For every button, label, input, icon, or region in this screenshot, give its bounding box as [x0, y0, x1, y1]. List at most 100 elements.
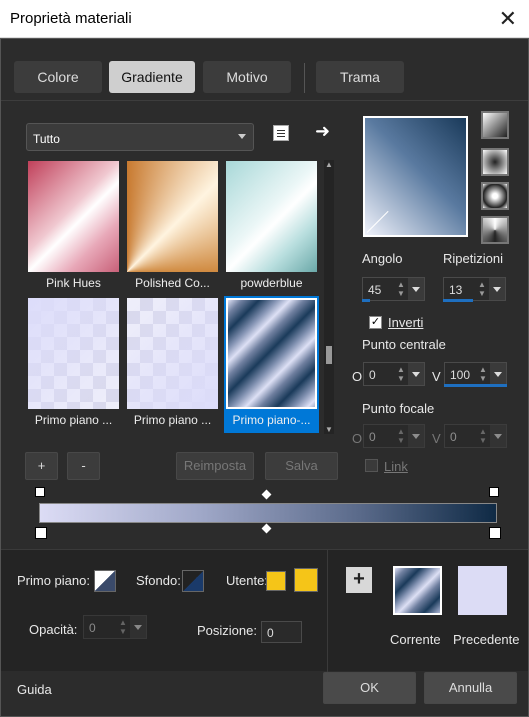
foreground-swatch[interactable]: [94, 570, 116, 592]
center-o-dropdown[interactable]: [408, 363, 424, 385]
center-v-value: 100: [450, 368, 471, 382]
current-swatch[interactable]: [393, 566, 442, 615]
scroll-down-icon[interactable]: ▼: [325, 425, 333, 434]
gradient-editor-bar[interactable]: [39, 503, 497, 523]
add-gradient-button[interactable]: +: [25, 452, 58, 480]
tab-divider: [304, 63, 305, 93]
previous-label: Precedente: [453, 632, 520, 647]
title-bar: Proprietà materiali ✕: [0, 0, 529, 38]
window-title: Proprietà materiali: [10, 10, 132, 27]
gradient-item-primo-piano-1[interactable]: Primo piano ...: [26, 296, 121, 433]
spin-arrows-icon[interactable]: ▲ ▼: [476, 427, 490, 447]
tab-motivo[interactable]: Motivo: [203, 61, 291, 93]
tab-trama[interactable]: Trama: [316, 61, 404, 93]
save-button[interactable]: Salva: [265, 452, 338, 480]
center-point-label: Punto centrale: [362, 337, 446, 352]
gradient-thumbnail: [127, 298, 218, 409]
tab-colore[interactable]: Colore: [14, 61, 102, 93]
reset-button[interactable]: Reimposta: [176, 452, 254, 480]
midpoint-top-handle[interactable]: [261, 489, 272, 500]
user-color-swatch-2[interactable]: [294, 568, 318, 592]
gradient-item-powderblue[interactable]: powderblue: [224, 159, 319, 296]
invert-checkbox[interactable]: ✓: [369, 316, 382, 329]
gradient-item-primo-piano-2[interactable]: Primo piano ...: [125, 296, 220, 433]
gradient-thumbnail: [226, 298, 317, 409]
center-v-dropdown[interactable]: [490, 363, 506, 385]
color-stop-top-left[interactable]: [35, 487, 45, 497]
current-label: Corrente: [390, 632, 441, 647]
user-color-swatch-1[interactable]: [266, 571, 286, 591]
angle-stepper[interactable]: 45 ▲ ▼: [362, 277, 425, 301]
color-stop-bottom-left[interactable]: [35, 527, 47, 539]
focal-v-dropdown[interactable]: [490, 425, 506, 447]
spin-arrows-icon[interactable]: ▲ ▼: [394, 365, 408, 385]
focal-o-stepper[interactable]: 0 ▲ ▼: [363, 424, 425, 448]
help-link[interactable]: Guida: [17, 682, 52, 697]
invert-label: Inverti: [388, 315, 424, 330]
spin-arrows-icon[interactable]: ▲ ▼: [475, 280, 489, 300]
sunburst-gradient-type-button[interactable]: [481, 216, 509, 244]
linear-gradient-type-button[interactable]: [481, 111, 509, 139]
opacity-stepper[interactable]: 0 ▲ ▼: [83, 615, 147, 639]
spin-arrows-icon[interactable]: ▲ ▼: [116, 618, 130, 638]
previous-swatch[interactable]: [458, 566, 507, 615]
arrow-right-icon[interactable]: ➜: [315, 121, 330, 142]
rectangular-gradient-type-button[interactable]: [481, 148, 509, 176]
category-dropdown[interactable]: Tutto: [26, 123, 254, 151]
gradient-caption: powderblue: [240, 276, 303, 290]
repeats-slider-dropdown[interactable]: [489, 278, 505, 300]
gradient-item-primo-piano-3-selected[interactable]: Primo piano-...: [224, 296, 319, 433]
focal-v-stepper[interactable]: 0 ▲ ▼: [444, 424, 507, 448]
close-icon[interactable]: ✕: [499, 6, 517, 32]
scroll-thumb[interactable]: [326, 346, 332, 364]
gradient-item-pink-hues[interactable]: Pink Hues: [26, 159, 121, 296]
angle-label: Angolo: [362, 251, 403, 266]
angle-slider-dropdown[interactable]: [408, 278, 424, 300]
repeats-slider-fill: [443, 299, 473, 302]
link-checkbox[interactable]: [365, 459, 378, 472]
foreground-label: Primo piano:: [17, 573, 90, 588]
background-swatch[interactable]: [182, 570, 204, 592]
background-label: Sfondo:: [136, 573, 181, 588]
radial-gradient-type-button[interactable]: [481, 182, 509, 210]
center-v-label: V: [432, 369, 441, 384]
spin-arrows-icon[interactable]: ▲ ▼: [476, 365, 490, 385]
gradient-preview[interactable]: [363, 116, 468, 237]
midpoint-bottom-handle[interactable]: [261, 523, 272, 534]
gradient-caption: Polished Co...: [135, 276, 210, 290]
add-to-user-button[interactable]: +: [346, 567, 372, 593]
scroll-up-icon[interactable]: ▲: [325, 160, 333, 169]
repeats-value: 13: [449, 283, 463, 297]
center-o-stepper[interactable]: 0 ▲ ▼: [363, 362, 425, 386]
opacity-value: 0: [89, 621, 96, 635]
ok-button[interactable]: OK: [323, 672, 416, 704]
category-value: Tutto: [33, 132, 60, 146]
color-stop-bottom-right[interactable]: [489, 527, 501, 539]
cancel-button[interactable]: Annulla: [424, 672, 517, 704]
remove-gradient-button[interactable]: -: [67, 452, 100, 480]
gradient-grid: Pink Hues Polished Co... powderblue Prim…: [26, 159, 322, 433]
focal-o-dropdown[interactable]: [408, 425, 424, 447]
library-menu-icon[interactable]: [273, 125, 289, 141]
opacity-label: Opacità:: [29, 622, 78, 637]
focal-o-value: 0: [369, 430, 376, 444]
opacity-dropdown[interactable]: [130, 616, 146, 638]
center-v-stepper[interactable]: 100 ▲ ▼: [444, 362, 507, 386]
focal-v-label: V: [432, 431, 441, 446]
gradient-item-polished-copper[interactable]: Polished Co...: [125, 159, 220, 296]
position-input[interactable]: 0: [261, 621, 302, 643]
position-value: 0: [267, 626, 274, 640]
position-label: Posizione:: [197, 623, 257, 638]
tab-gradiente[interactable]: Gradiente: [109, 61, 195, 93]
center-v-slider-fill: [444, 384, 507, 387]
tab-bar: Colore Gradiente Motivo Trama: [1, 39, 528, 101]
center-o-value: 0: [369, 368, 376, 382]
gradient-list-scrollbar[interactable]: ▲ ▼: [324, 160, 334, 434]
dialog-body: Colore Gradiente Motivo Trama Tutto ➜ Pi…: [0, 38, 529, 717]
repeats-stepper[interactable]: 13 ▲ ▼: [443, 277, 506, 301]
color-stop-top-right[interactable]: [489, 487, 499, 497]
gradient-thumbnail: [28, 298, 119, 409]
spin-arrows-icon[interactable]: ▲ ▼: [394, 427, 408, 447]
spin-arrows-icon[interactable]: ▲ ▼: [394, 280, 408, 300]
gradient-thumbnail: [28, 161, 119, 272]
